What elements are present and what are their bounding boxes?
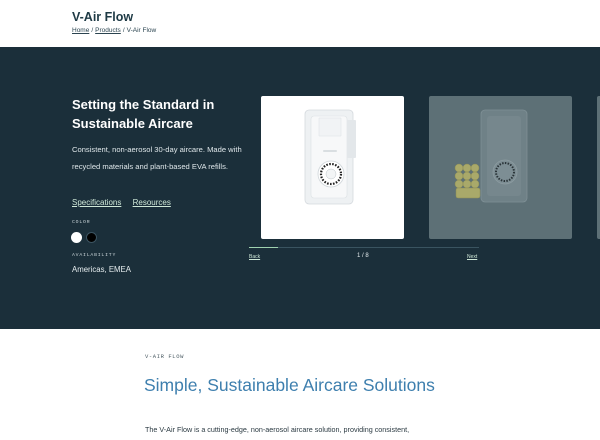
breadcrumb: Home / Products / V-Air Flow [72, 27, 156, 34]
carousel-slide[interactable] [429, 96, 572, 239]
color-label: COLOR [72, 220, 91, 225]
breadcrumb-current: V-Air Flow [126, 27, 157, 34]
section-body: The V-Air Flow is a cutting-edge, non-ae… [145, 425, 410, 434]
carousel-back-button[interactable]: Back [249, 254, 260, 260]
top-bar: V-Air Flow Home / Products / V-Air Flow [0, 0, 600, 47]
page-title: V-Air Flow [72, 10, 134, 24]
hero-description: Consistent, non-aerosol 30-day aircare. … [72, 145, 242, 171]
carousel-next-button[interactable]: Next [467, 254, 477, 260]
air-freshener-white-image [304, 109, 356, 205]
color-swatch-white[interactable] [71, 232, 82, 243]
breadcrumb-separator: / [91, 27, 94, 34]
section-eyebrow: V-AIR FLOW [145, 353, 185, 360]
hero-title: Setting the Standard in Sustainable Airc… [72, 97, 215, 131]
air-freshener-refill-image [454, 109, 528, 203]
specifications-link[interactable]: Specifications [72, 198, 121, 207]
carousel-slide-active[interactable] [261, 96, 404, 239]
hero-section: Setting the Standard in Sustainable Airc… [0, 47, 600, 329]
intro-section: V-AIR FLOW Simple, Sustainable Aircare S… [0, 329, 600, 440]
availability-label: AVAILABILITY [72, 253, 117, 258]
breadcrumb-separator: / [122, 27, 125, 34]
carousel-progress-track [249, 247, 479, 248]
carousel-progress-fill [249, 247, 278, 248]
breadcrumb-products-link[interactable]: Products [95, 27, 121, 34]
resources-link[interactable]: Resources [133, 198, 171, 207]
section-title: Simple, Sustainable Aircare Solutions [144, 375, 435, 395]
color-swatch-black[interactable] [86, 232, 97, 243]
breadcrumb-home-link[interactable]: Home [72, 27, 89, 34]
availability-value: Americas, EMEA [72, 265, 131, 274]
carousel-counter: 1 / 8 [357, 253, 369, 259]
hero-links: Specifications Resources [72, 198, 180, 207]
